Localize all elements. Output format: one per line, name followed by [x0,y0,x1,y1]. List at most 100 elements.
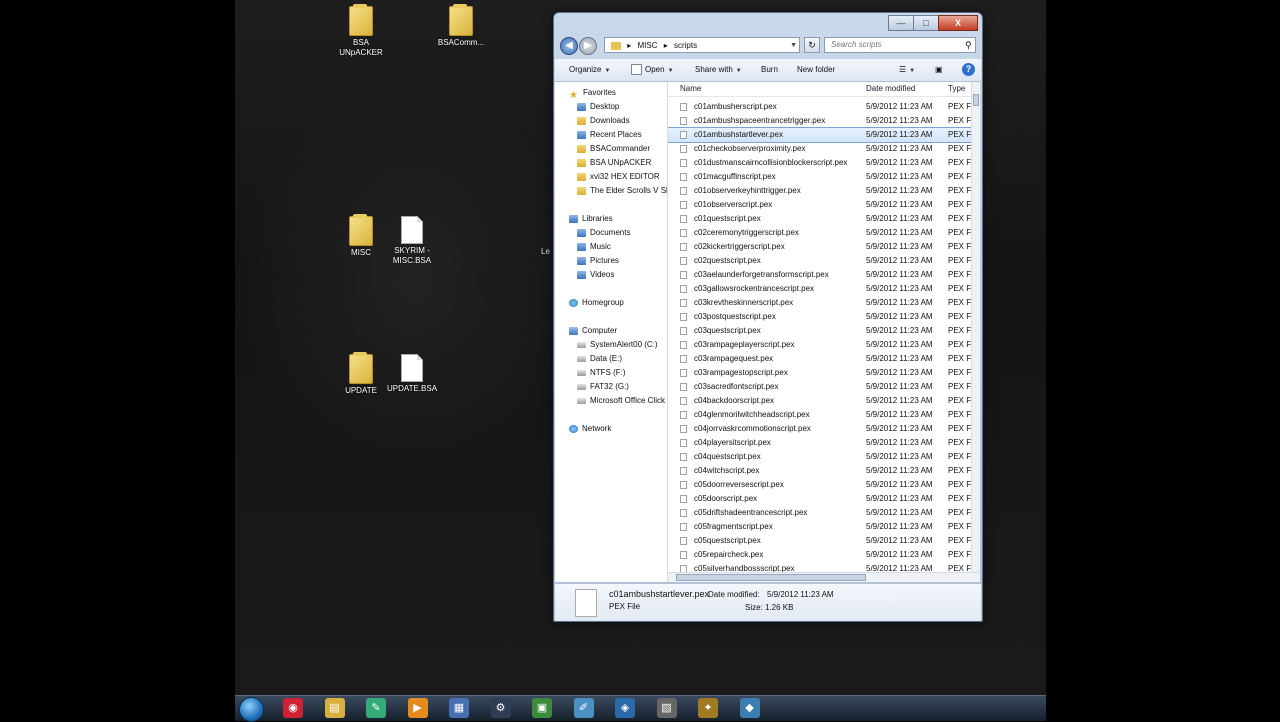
nav-item-documents[interactable]: Documents [577,226,667,240]
file-row[interactable]: c02questscript.pex 5/9/2012 11:23 AM PEX F [668,254,980,268]
chevron-down-icon[interactable]: ▼ [790,38,797,54]
close-button[interactable]: X [938,15,978,31]
nav-libraries[interactable]: Libraries [569,212,667,226]
file-row[interactable]: c01questscript.pex 5/9/2012 11:23 AM PEX F [668,212,980,226]
file-row[interactable]: c03aelaunderforgetransformscript.pex 5/9/… [668,268,980,282]
horizontal-scrollbar[interactable] [668,572,980,582]
document-icon[interactable]: ▣ [532,698,552,718]
nav-item-recent-places[interactable]: Recent Places [577,128,667,142]
nav-computer[interactable]: Computer [569,324,667,338]
search-icon[interactable]: ⚲ [965,40,972,51]
steam-icon[interactable]: ⚙ [490,698,511,718]
new-folder-button[interactable]: New folder [797,59,835,81]
desktop-icon-bsa-unpacker[interactable]: BSA UNpACKER [331,4,391,58]
nav-item-music[interactable]: Music [577,240,667,254]
file-row[interactable]: c04witchscript.pex 5/9/2012 11:23 AM PEX F [668,464,980,478]
nav-item-pictures[interactable]: Pictures [577,254,667,268]
vertical-scrollbar[interactable] [971,82,980,572]
organize-button[interactable]: Organize ▼ [569,59,610,81]
title-bar[interactable]: — □ X [554,13,982,35]
file-row[interactable]: c03rampagestopscript.pex 5/9/2012 11:23 A… [668,366,980,380]
chrome-icon[interactable]: ◉ [283,698,303,718]
column-header-name[interactable]: Name [680,82,701,96]
file-row[interactable]: c01dustmanscairncollisionblockerscript.p… [668,156,980,170]
nav-item-drive-c[interactable]: SystemAlert00 (C:) [577,338,667,352]
column-header-date-modified[interactable]: Date modified [866,82,915,96]
tool-icon[interactable]: ✎ [366,698,386,718]
file-row[interactable]: c01macguffinscript.pex 5/9/2012 11:23 AM P… [668,170,980,184]
file-row[interactable]: c04backdoorscript.pex 5/9/2012 11:23 AM PE… [668,394,980,408]
file-row[interactable]: c04playersitscript.pex 5/9/2012 11:23 AM P… [668,436,980,450]
file-row[interactable]: c05questscript.pex 5/9/2012 11:23 AM PEX F [668,534,980,548]
file-row[interactable]: c05driftshadeentrancescript.pex 5/9/2012 … [668,506,980,520]
file-row[interactable]: c03rampagequest.pex 5/9/2012 11:23 AM PEX … [668,352,980,366]
file-row[interactable]: c05fragmentscript.pex 5/9/2012 11:23 AM PE… [668,520,980,534]
nav-item-videos[interactable]: Videos [577,268,667,282]
open-button[interactable]: Open ▼ [631,59,674,81]
nav-item-drive-g[interactable]: FAT32 (G:) [577,380,667,394]
clapper-icon[interactable]: ▧ [656,698,677,718]
file-row[interactable]: c03postquestscript.pex 5/9/2012 11:23 AM P… [668,310,980,324]
file-row[interactable]: c05doorreversescript.pex 5/9/2012 11:23 A… [668,478,980,492]
file-row[interactable]: c01ambushspaceentrancetrigger.pex 5/9/201… [668,114,980,128]
file-row[interactable]: c03rampageplayerscript.pex 5/9/2012 11:23… [668,338,980,352]
desktop-icon-bsacommander[interactable]: BSAComm... [431,4,491,48]
scroll-thumb[interactable] [676,574,866,581]
back-button[interactable]: ◀ [560,37,578,55]
nav-item-office-click[interactable]: Microsoft Office Click [577,394,667,408]
file-row[interactable]: c01ambusherscript.pex 5/9/2012 11:23 AM PE… [668,100,980,114]
game-icon[interactable]: ✦ [698,698,718,718]
nav-item-elder-scrolls[interactable]: The Elder Scrolls V Sky [577,184,667,198]
file-row[interactable]: c04glenmorilwitchheadscript.pex 5/9/2012 … [668,408,980,422]
meter-icon[interactable]: ▦ [449,698,469,718]
scroll-thumb[interactable] [973,94,979,106]
file-row[interactable]: c02kickertriggerscript.pex 5/9/2012 11:23… [668,240,980,254]
breadcrumb-scripts[interactable]: scripts [674,41,697,50]
change-view-button[interactable]: ☰ ▼ [899,59,915,81]
minimize-button[interactable]: — [888,15,914,31]
nav-homegroup[interactable]: Homegroup [569,296,667,310]
file-row[interactable]: c01observerkeyhinttrigger.pex 5/9/2012 11… [668,184,980,198]
desktop-icon-skyrim-misc-bsa[interactable]: SKYRIM - MISC.BSA [382,216,442,266]
nav-item-bsa-unpacker[interactable]: BSA UNpACKER [577,156,667,170]
nav-item-downloads[interactable]: Downloads [577,114,667,128]
refresh-button[interactable]: ↻ [804,37,820,53]
search-input[interactable]: Search scripts [824,37,976,53]
preview-pane-button[interactable]: ▣ [935,59,943,81]
file-row[interactable]: c03krevtheskinnerscript.pex 5/9/2012 11:2… [668,296,980,310]
file-row[interactable]: c03gallowsrockentrancescript.pex 5/9/2012… [668,282,980,296]
column-header-type[interactable]: Type [948,82,965,96]
media-player-icon[interactable]: ▶ [407,698,428,718]
file-row[interactable]: c03sacredfontscript.pex 5/9/2012 11:23 AM… [668,380,980,394]
file-row[interactable]: c02ceremonytriggerscript.pex 5/9/2012 11:… [668,226,980,240]
paint-icon[interactable]: ✐ [573,698,594,718]
nav-network[interactable]: Network [569,422,667,436]
nav-item-drive-e[interactable]: Data (E:) [577,352,667,366]
help-icon[interactable]: ? [962,63,975,76]
nav-item-desktop[interactable]: Desktop [577,100,667,114]
file-row[interactable]: c01checkobserverproximity.pex 5/9/2012 11… [668,142,980,156]
burn-button[interactable]: Burn [761,59,778,81]
file-row[interactable]: c05repaircheck.pex 5/9/2012 11:23 AM PEX F [668,548,980,562]
nav-label: Favorites [583,88,616,97]
nav-favorites[interactable]: ★ Favorites [569,86,667,100]
file-row[interactable]: c05doorscript.pex 5/9/2012 11:23 AM PEX F [668,492,980,506]
breadcrumb-misc[interactable]: MISC [637,41,657,50]
nav-item-drive-f[interactable]: NTFS (F:) [577,366,667,380]
nav-item-xvi32[interactable]: xvi32 HEX EDITOR [577,170,667,184]
share-with-button[interactable]: Share with ▼ [695,59,742,81]
address-bar[interactable]: ▸ MISC ▸ scripts ▼ [604,37,800,53]
desktop-icon-update-bsa[interactable]: UPDATE.BSA [382,354,442,394]
photo-icon[interactable]: ◈ [615,698,635,718]
file-row[interactable]: c01observerscript.pex 5/9/2012 11:23 AM PE… [668,198,980,212]
explorer-icon[interactable]: ▤ [324,698,345,718]
file-row[interactable]: c01ambushstartlever.pex 5/9/2012 11:23 AM… [668,127,980,143]
maximize-button[interactable]: □ [913,15,939,31]
file-row[interactable]: c03questscript.pex 5/9/2012 11:23 AM PEX F [668,324,980,338]
nav-item-bsacommander[interactable]: BSACommander [577,142,667,156]
utility-icon[interactable]: ◆ [739,698,760,718]
start-button[interactable] [239,697,264,722]
file-row[interactable]: c04jorrvaskrcommotionscript.pex 5/9/2012 … [668,422,980,436]
forward-button[interactable]: ▶ [579,37,597,55]
file-row[interactable]: c04questscript.pex 5/9/2012 11:23 AM PEX F [668,450,980,464]
